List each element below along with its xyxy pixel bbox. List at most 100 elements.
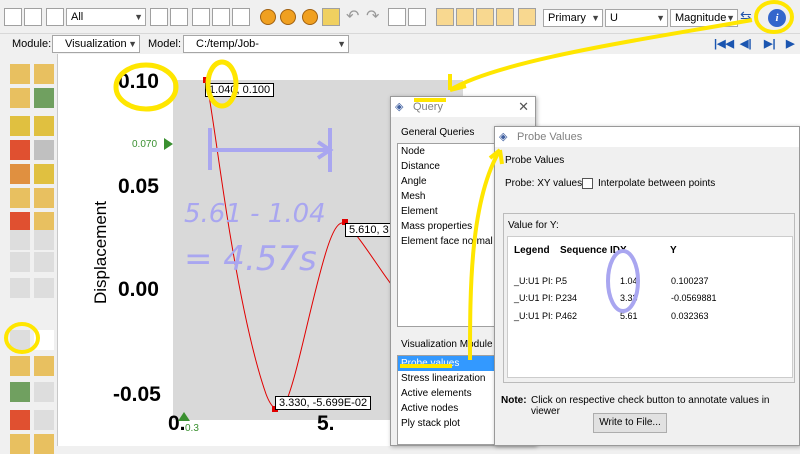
grid-icon[interactable] bbox=[46, 8, 64, 26]
stream-icon[interactable] bbox=[10, 410, 30, 430]
probe-dialog: ◈ Probe Values Probe Values Probe: XY va… bbox=[494, 126, 800, 446]
path-icon[interactable] bbox=[34, 410, 54, 430]
report-icon[interactable] bbox=[34, 278, 54, 298]
pointer-icon[interactable] bbox=[322, 8, 340, 26]
interpolate-checkbox[interactable] bbox=[582, 178, 593, 189]
values-table: Legend Sequence ID X Y _U:U1 PI: P. 5 1.… bbox=[507, 236, 793, 378]
column-header: Y bbox=[670, 245, 677, 256]
undo-icon[interactable]: ↶ bbox=[346, 6, 359, 26]
overlay-icon[interactable] bbox=[10, 252, 30, 272]
contour-options-icon[interactable] bbox=[34, 116, 54, 136]
table-cell[interactable]: 1.04 bbox=[620, 276, 638, 286]
values-group: Value for Y: Legend Sequence ID X Y _U:U… bbox=[503, 213, 795, 383]
module-dropdown[interactable]: Visualization ▼ bbox=[52, 35, 140, 53]
query-titlebar[interactable]: ◈ Query ✕ bbox=[391, 97, 535, 117]
orient-options-icon[interactable] bbox=[34, 164, 54, 184]
undeformed-icon[interactable] bbox=[10, 88, 30, 108]
side-view-icon[interactable] bbox=[496, 8, 514, 26]
contour-icon[interactable] bbox=[10, 116, 30, 136]
redo-icon[interactable]: ↷ bbox=[366, 6, 379, 26]
xy-plot-icon[interactable] bbox=[34, 330, 54, 350]
animate-options-icon[interactable] bbox=[34, 188, 54, 208]
iso-view-icon[interactable] bbox=[436, 8, 454, 26]
table-cell[interactable]: 462 bbox=[562, 311, 577, 321]
common-options-icon[interactable] bbox=[34, 212, 54, 232]
module-value: Visualization bbox=[65, 38, 127, 50]
filter-dropdown[interactable]: All ▼ bbox=[66, 8, 146, 26]
display-group-icon[interactable] bbox=[10, 356, 30, 376]
front-view-icon[interactable] bbox=[456, 8, 474, 26]
result-options-icon[interactable] bbox=[10, 212, 30, 232]
views-icon[interactable] bbox=[388, 8, 406, 26]
difference-icon[interactable] bbox=[302, 9, 318, 25]
animate-icon[interactable] bbox=[10, 188, 30, 208]
probe-title: Probe Values bbox=[517, 131, 583, 143]
first-frame-icon[interactable]: |◀◀ bbox=[714, 37, 734, 50]
swap-icon[interactable]: ⇆ bbox=[740, 8, 752, 25]
play-icon[interactable]: ▶| bbox=[764, 37, 776, 50]
close-icon[interactable]: ✕ bbox=[518, 97, 529, 117]
rect-select-icon[interactable] bbox=[192, 8, 210, 26]
last-frame-icon[interactable]: ▶ bbox=[786, 37, 794, 50]
probe-titlebar[interactable]: ◈ Probe Values bbox=[495, 127, 799, 147]
table-cell[interactable]: 5.61 bbox=[620, 311, 638, 321]
probe-annotation: 5.610, 3 bbox=[345, 223, 392, 237]
top-view-icon[interactable] bbox=[476, 8, 494, 26]
intersect-icon[interactable] bbox=[280, 9, 296, 25]
table-cell[interactable]: 234 bbox=[562, 293, 577, 303]
color-code-icon[interactable] bbox=[10, 382, 30, 402]
probe-window-icon: ◈ bbox=[499, 131, 508, 143]
model-dropdown[interactable]: C:/temp/Job-SDOFtransient.odb ▼ bbox=[183, 35, 349, 66]
probe-annotation: 1.040, 0.100 bbox=[205, 83, 275, 97]
material-orient-icon[interactable] bbox=[10, 164, 30, 184]
misc-options-icon[interactable] bbox=[34, 434, 54, 454]
chevron-down-icon: ▼ bbox=[134, 12, 143, 22]
free-body-icon[interactable] bbox=[10, 278, 30, 298]
info-icon[interactable]: i bbox=[768, 9, 786, 27]
union-icon[interactable] bbox=[260, 9, 276, 25]
table-cell[interactable]: 5 bbox=[562, 276, 567, 286]
symbol-icon[interactable] bbox=[10, 140, 30, 160]
module-label: Module: bbox=[12, 38, 52, 50]
misc-icon[interactable] bbox=[10, 434, 30, 454]
deformed-plot-icon[interactable] bbox=[34, 64, 54, 84]
component-dropdown[interactable]: U ▼ bbox=[605, 9, 668, 27]
select-icon[interactable] bbox=[4, 8, 22, 26]
query-icon[interactable] bbox=[10, 330, 30, 350]
mesh-plot-icon[interactable] bbox=[10, 64, 30, 84]
cube-view-icon[interactable] bbox=[518, 8, 536, 26]
interpolate-label: Interpolate between points bbox=[598, 178, 716, 189]
primary-dropdown[interactable]: Primary ▼ bbox=[543, 9, 603, 27]
table-cell[interactable]: 0.100237 bbox=[671, 276, 709, 286]
component-value: U bbox=[610, 12, 618, 24]
prev-frame-icon[interactable]: ◀| bbox=[740, 37, 752, 50]
invariant-dropdown[interactable]: Magnitude ▼ bbox=[670, 9, 738, 27]
table-cell[interactable]: 3.33 bbox=[620, 293, 638, 303]
probe-type-label: Probe: XY values bbox=[505, 178, 583, 189]
table-cell[interactable]: 0.032363 bbox=[671, 311, 709, 321]
color-options-icon[interactable] bbox=[34, 382, 54, 402]
table-cell[interactable]: _U:U1 PI: P. bbox=[514, 276, 563, 286]
box-icon[interactable] bbox=[150, 8, 168, 26]
main-toolbar: All ▼ ↶ ↷ Primary ▼ U ▼ Magnitude ▼ ⇆ i bbox=[0, 0, 800, 34]
triad-icon[interactable] bbox=[408, 8, 426, 26]
table-cell[interactable]: _U:U1 PI: P. bbox=[514, 311, 563, 321]
table-cell[interactable]: _U:U1 PI: P. bbox=[514, 293, 563, 303]
overlay-options-icon[interactable] bbox=[34, 252, 54, 272]
lasso-icon[interactable] bbox=[212, 8, 230, 26]
filter-value: All bbox=[71, 11, 84, 23]
view-cut-icon[interactable] bbox=[10, 230, 30, 250]
view-cut-options-icon[interactable] bbox=[34, 230, 54, 250]
layers-icon[interactable] bbox=[34, 88, 54, 108]
primary-value: Primary bbox=[548, 12, 586, 24]
symbol-options-icon[interactable] bbox=[34, 140, 54, 160]
list-icon[interactable] bbox=[24, 8, 42, 26]
replace-group-icon[interactable] bbox=[34, 356, 54, 376]
write-to-file-button[interactable]: Write to File... bbox=[593, 413, 667, 433]
copy-icon[interactable] bbox=[170, 8, 188, 26]
circle-select-icon[interactable] bbox=[232, 8, 250, 26]
invariant-value: Magnitude bbox=[675, 12, 727, 24]
table-cell[interactable]: -0.0569881 bbox=[671, 293, 717, 303]
column-header: Sequence ID bbox=[560, 245, 621, 256]
chevron-down-icon: ▼ bbox=[128, 39, 137, 49]
